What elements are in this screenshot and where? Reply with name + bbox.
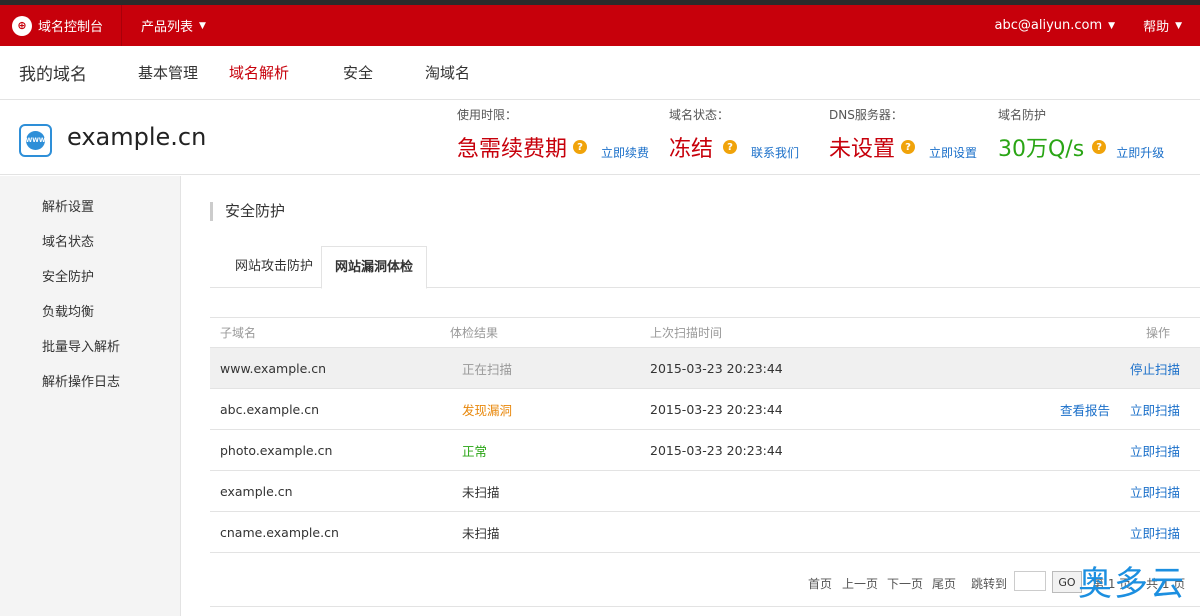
main-content: 安全防护 网站攻击防护 网站漏洞体检 子域名 体检结果 上次扫描时间 操作 ww… xyxy=(181,176,1200,616)
table-row: photo.example.cn 正常 2015-03-23 20:23:44 … xyxy=(210,430,1200,471)
pagination: 首页 上一页 下一页 尾页 跳转到 GO 第 1 页 共 1 页 xyxy=(210,571,1200,595)
scan-now-link[interactable]: 立即扫描 xyxy=(1130,471,1180,511)
tab-security[interactable]: 安全 xyxy=(343,62,373,83)
product-list-label: 产品列表 xyxy=(141,20,194,35)
product-list-menu[interactable]: 产品列表 ▼ xyxy=(122,16,206,35)
table-row: abc.example.cn 发现漏洞 2015-03-23 20:23:44 … xyxy=(210,389,1200,430)
result-cell: 未扫描 xyxy=(462,525,500,541)
subdomain-cell: abc.example.cn xyxy=(220,401,320,417)
subdomain-cell: example.cn xyxy=(220,483,293,499)
chevron-down-icon: ▼ xyxy=(1175,20,1182,31)
stat-status: 域名状态： 冻结 ? 联系我们 xyxy=(669,106,799,163)
tab-dns-resolution[interactable]: 域名解析 xyxy=(229,62,289,83)
stat-value: 急需续费期 xyxy=(457,137,568,162)
sidebar-item-domain-status[interactable]: 域名状态 xyxy=(42,231,94,250)
domain-www-icon: WWW xyxy=(19,124,52,157)
stat-value: 30万Q/s xyxy=(998,137,1085,162)
column-header-subdomain: 子域名 xyxy=(220,326,257,340)
next-page-link[interactable]: 下一页 xyxy=(887,575,923,592)
stop-scan-link[interactable]: 停止扫描 xyxy=(1130,348,1180,388)
tab-bar: 网站攻击防护 网站漏洞体检 xyxy=(210,246,1200,289)
view-report-link[interactable]: 查看报告 xyxy=(1060,389,1110,429)
chevron-down-icon: ▼ xyxy=(199,20,206,31)
table-header: 子域名 体检结果 上次扫描时间 操作 xyxy=(210,318,1200,348)
result-cell: 未扫描 xyxy=(462,484,500,500)
help-question-icon[interactable]: ? xyxy=(723,140,738,154)
watermark: 奥多云 xyxy=(1078,564,1186,604)
subdomain-cell: photo.example.cn xyxy=(220,442,333,458)
time-cell: 2015-03-23 20:23:44 xyxy=(650,360,783,376)
stat-term: 使用时限： 急需续费期 ? 立即续费 xyxy=(457,106,649,163)
help-question-icon[interactable]: ? xyxy=(1092,140,1107,154)
domain-info-bar: WWW example.cn 使用时限： 急需续费期 ? 立即续费 域名状态： … xyxy=(0,100,1200,175)
console-logo[interactable]: ⊕ 域名控制台 xyxy=(0,5,122,46)
scan-now-link[interactable]: 立即扫描 xyxy=(1130,430,1180,470)
result-cell: 正在扫描 xyxy=(462,361,513,377)
subdomain-cell: www.example.cn xyxy=(220,360,327,376)
domain-name: example.cn xyxy=(67,123,207,151)
result-cell: 正常 xyxy=(462,443,488,459)
logo-text: 域名控制台 xyxy=(38,20,104,35)
stat-protection: 域名防护 30万Q/s ? 立即升级 xyxy=(998,106,1164,163)
jump-to-label: 跳转到 xyxy=(971,577,1008,591)
prev-page-link[interactable]: 上一页 xyxy=(842,575,878,592)
table-row: example.cn 未扫描 立即扫描 xyxy=(210,471,1200,512)
last-page-link[interactable]: 尾页 xyxy=(932,575,956,592)
section-title: 安全防护 xyxy=(210,202,285,221)
account-menu[interactable]: abc@aliyun.com ▼ xyxy=(995,18,1144,33)
time-cell: 2015-03-23 20:23:44 xyxy=(650,442,783,458)
divider xyxy=(210,606,1200,607)
my-domains-title[interactable]: 我的域名 xyxy=(19,60,87,85)
top-bar: ⊕ 域名控制台 产品列表 ▼ abc@aliyun.com ▼ 帮助 ▼ xyxy=(0,5,1200,46)
stat-label: 域名防护 xyxy=(998,108,1047,122)
help-question-icon[interactable]: ? xyxy=(573,140,588,154)
stat-label: DNS服务器： xyxy=(829,108,903,122)
upgrade-now-link[interactable]: 立即升级 xyxy=(1116,144,1164,161)
contact-us-link[interactable]: 联系我们 xyxy=(751,144,799,161)
table-row: www.example.cn 正在扫描 2015-03-23 20:23:44 … xyxy=(210,348,1200,389)
scan-now-link[interactable]: 立即扫描 xyxy=(1130,389,1180,429)
column-header-actions: 操作 xyxy=(1145,326,1170,340)
sidebar-item-batch-import[interactable]: 批量导入解析 xyxy=(42,336,120,355)
sidebar-item-operation-log[interactable]: 解析操作日志 xyxy=(42,371,120,390)
page-number-input[interactable] xyxy=(1014,571,1046,591)
stat-value: 未设置 xyxy=(829,137,896,162)
sidebar: 解析设置 域名状态 安全防护 负载均衡 批量导入解析 解析操作日志 xyxy=(0,176,181,616)
help-question-icon[interactable]: ? xyxy=(901,140,916,154)
tab-attack-protection[interactable]: 网站攻击防护 xyxy=(222,246,326,288)
chevron-down-icon: ▼ xyxy=(1108,20,1116,31)
table-row: cname.example.cn 未扫描 立即扫描 xyxy=(210,512,1200,553)
help-menu[interactable]: 帮助 ▼ xyxy=(1143,16,1200,35)
column-header-last-scan: 上次扫描时间 xyxy=(650,326,723,340)
time-cell: 2015-03-23 20:23:44 xyxy=(650,401,783,417)
sidebar-item-dns-settings[interactable]: 解析设置 xyxy=(42,196,94,215)
set-now-link[interactable]: 立即设置 xyxy=(929,144,977,161)
scan-now-link[interactable]: 立即扫描 xyxy=(1130,512,1180,552)
sidebar-item-load-balancing[interactable]: 负载均衡 xyxy=(42,301,94,320)
stat-dns: DNS服务器： 未设置 ? 立即设置 xyxy=(829,106,977,163)
account-label: abc@aliyun.com xyxy=(994,18,1103,33)
sub-nav: 我的域名 基本管理 域名解析 安全 淘域名 xyxy=(0,46,1200,100)
aliyun-logo-icon: ⊕ xyxy=(12,15,32,36)
sidebar-item-security[interactable]: 安全防护 xyxy=(42,266,94,285)
result-cell: 发现漏洞 xyxy=(462,402,513,418)
help-label: 帮助 xyxy=(1143,20,1170,35)
tab-vulnerability-scan[interactable]: 网站漏洞体检 xyxy=(321,246,428,289)
stat-label: 域名状态： xyxy=(669,108,730,122)
tab-domain-market[interactable]: 淘域名 xyxy=(425,62,470,83)
scan-table: 子域名 体检结果 上次扫描时间 操作 www.example.cn 正在扫描 2… xyxy=(210,317,1200,553)
subdomain-cell: cname.example.cn xyxy=(220,524,339,540)
renew-now-link[interactable]: 立即续费 xyxy=(601,144,649,161)
column-header-result: 体检结果 xyxy=(450,326,499,340)
first-page-link[interactable]: 首页 xyxy=(808,575,832,592)
tab-basic-management[interactable]: 基本管理 xyxy=(138,62,198,83)
stat-label: 使用时限： xyxy=(457,108,518,122)
stat-value: 冻结 xyxy=(669,137,714,162)
